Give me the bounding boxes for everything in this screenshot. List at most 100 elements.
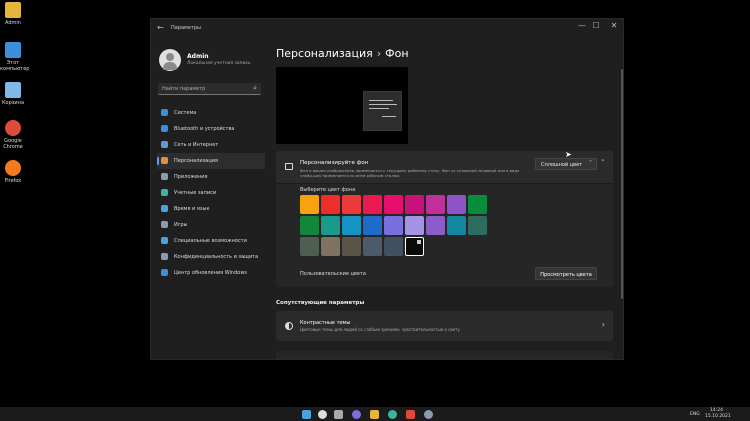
color-swatch[interactable] — [342, 216, 361, 235]
color-swatch[interactable] — [363, 237, 382, 256]
maximize-button[interactable]: ☐ — [589, 21, 603, 30]
chevron-down-icon: ˅ — [589, 160, 592, 167]
system-icon — [161, 109, 168, 116]
contrast-themes-card[interactable]: Контрастные темы Цветовые темы для людей… — [276, 311, 613, 341]
related-settings-heading: Сопутствующие параметры — [276, 300, 365, 306]
sidebar-item-privacy[interactable]: Конфиденциальность и защита — [157, 249, 265, 265]
color-swatch[interactable] — [321, 216, 340, 235]
apps-icon — [161, 173, 168, 180]
color-swatch[interactable] — [426, 216, 445, 235]
close-button[interactable]: ✕ — [607, 21, 621, 30]
desktop-icon-chrome[interactable]: Google Chrome — [0, 120, 26, 150]
desktop-icon-label: Корзина — [1, 100, 25, 106]
color-swatch[interactable] — [426, 195, 445, 214]
contrast-title: Контрастные темы — [300, 320, 351, 326]
language-indicator[interactable]: ENG — [690, 412, 700, 417]
sidebar-item-label: Bluetooth и устройства — [174, 126, 235, 132]
contrast-icon — [285, 322, 293, 330]
view-colors-button[interactable]: Просмотреть цвета — [535, 267, 597, 280]
folder-icon — [5, 2, 21, 18]
background-preview — [276, 67, 408, 144]
breadcrumb-parent[interactable]: Персонализация — [276, 47, 373, 60]
color-swatch[interactable] — [363, 216, 382, 235]
chevron-up-icon[interactable]: ˄ — [601, 159, 605, 167]
user-profile[interactable]: Admin Локальная учетная запись — [159, 49, 269, 79]
network-icon — [161, 141, 168, 148]
color-swatch[interactable] — [363, 195, 382, 214]
sidebar-item-network[interactable]: Сеть и Интернет — [157, 137, 265, 153]
task-view-icon[interactable] — [334, 410, 343, 419]
desktop-icon-label: Firefox — [4, 178, 22, 184]
color-swatch[interactable] — [468, 195, 487, 214]
file-explorer-icon[interactable] — [370, 410, 379, 419]
sidebar-item-label: Специальные возможности — [174, 238, 247, 244]
search-input[interactable]: Найти параметр ⌕ — [158, 83, 261, 95]
color-swatch[interactable] — [468, 216, 487, 235]
desktop-icon-admin[interactable]: Admin — [0, 2, 26, 26]
custom-colors-label: Пользовательские цвета — [300, 271, 366, 277]
clock-date[interactable]: 15.10.2021 — [705, 414, 731, 419]
minimize-button[interactable]: — — [575, 21, 589, 30]
clock-time[interactable]: 14:24 — [710, 408, 723, 413]
color-swatch[interactable] — [384, 195, 403, 214]
color-swatch[interactable] — [321, 195, 340, 214]
search-icon: ⌕ — [253, 84, 257, 92]
shield-icon — [161, 253, 168, 260]
sidebar-item-bluetooth[interactable]: Bluetooth и устройства — [157, 121, 265, 137]
color-swatch[interactable] — [405, 195, 424, 214]
sidebar-item-personalization[interactable]: Персонализация — [157, 153, 265, 169]
title-bar[interactable]: ← Параметры — ☐ ✕ — [151, 19, 623, 37]
desktop-icon-label: Этот компьютер — [0, 60, 30, 72]
mouse-cursor-icon: ➤ — [565, 150, 572, 159]
sidebar-item-system[interactable]: Система — [157, 105, 265, 121]
color-swatch[interactable] — [384, 216, 403, 235]
sidebar-item-gaming[interactable]: Игры — [157, 217, 265, 233]
bluetooth-icon — [161, 125, 168, 132]
scrollbar[interactable] — [621, 69, 623, 299]
sidebar-item-time-language[interactable]: Время и язык — [157, 201, 265, 217]
brush-icon — [161, 157, 168, 164]
personalize-background-header[interactable]: Персонализируйте фон Фон в вашем изображ… — [276, 151, 613, 184]
settings-gear-icon[interactable] — [424, 410, 433, 419]
desktop-icon-recycle-bin[interactable]: Корзина — [0, 82, 26, 106]
sidebar-item-label: Приложения — [174, 174, 208, 180]
color-swatch[interactable] — [384, 237, 403, 256]
contrast-description: Цветовые темы для людей со слабым зрение… — [300, 327, 460, 332]
desktop-icon-firefox[interactable]: Firefox — [0, 160, 26, 184]
store-icon[interactable] — [406, 410, 415, 419]
color-swatch[interactable] — [405, 216, 424, 235]
card-description: Фон в вашем изображении применяется к те… — [300, 168, 520, 178]
color-swatch[interactable] — [342, 195, 361, 214]
color-swatch[interactable] — [342, 237, 361, 256]
color-swatch[interactable] — [447, 216, 466, 235]
chat-icon[interactable] — [352, 410, 361, 419]
sidebar-item-label: Система — [174, 110, 197, 116]
sidebar-item-label: Центр обновления Windows — [174, 270, 248, 276]
desktop-icon-this-pc[interactable]: Этот компьютер — [0, 42, 30, 72]
color-swatch[interactable] — [447, 195, 466, 214]
dropdown-value: Сплошной цвет — [541, 162, 583, 168]
color-swatch[interactable] — [300, 216, 319, 235]
start-icon[interactable] — [302, 410, 311, 419]
sidebar-item-apps[interactable]: Приложения — [157, 169, 265, 185]
profile-name: Admin — [187, 53, 209, 60]
account-icon — [161, 189, 168, 196]
breadcrumb-separator: › — [376, 47, 382, 60]
color-swatch[interactable] — [300, 237, 319, 256]
next-settings-card[interactable] — [276, 351, 613, 359]
sidebar-item-label: Сеть и Интернет — [174, 142, 219, 148]
back-arrow-icon[interactable]: ← — [157, 23, 164, 32]
color-swatch[interactable] — [300, 195, 319, 214]
chrome-icon — [5, 120, 21, 136]
sidebar-item-windows-update[interactable]: Центр обновления Windows — [157, 265, 265, 281]
search-icon[interactable] — [318, 410, 327, 419]
background-type-dropdown[interactable]: Сплошной цвет ˅ — [535, 158, 597, 170]
settings-window: ← Параметры — ☐ ✕ Admin Локальная учетна… — [150, 18, 624, 360]
view-colors-button-label: Просмотреть цвета — [540, 272, 592, 278]
color-swatch[interactable] — [321, 237, 340, 256]
edge-icon[interactable] — [388, 410, 397, 419]
color-swatch[interactable] — [405, 237, 424, 256]
sidebar-item-accessibility[interactable]: Специальные возможности — [157, 233, 265, 249]
sidebar-item-accounts[interactable]: Учетные записи — [157, 185, 265, 201]
pick-color-label: Выберите цвет фона — [300, 187, 356, 193]
